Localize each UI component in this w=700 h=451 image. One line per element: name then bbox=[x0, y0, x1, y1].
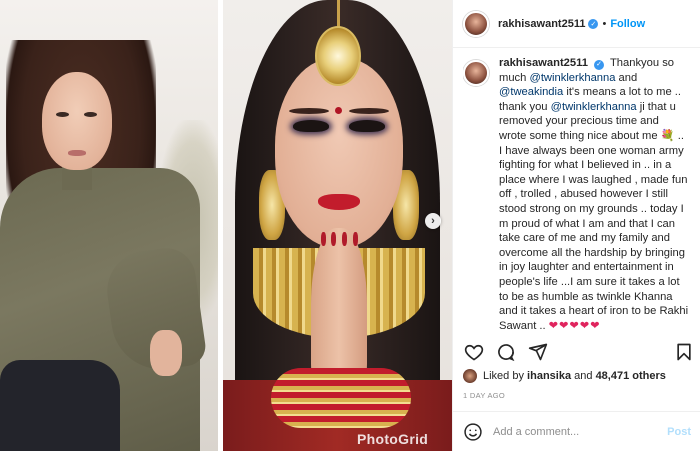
comment-input[interactable] bbox=[493, 425, 653, 438]
header-separator: • bbox=[602, 17, 607, 30]
mention-link[interactable]: @twinklerkhanna bbox=[529, 72, 615, 84]
likes-middle: and bbox=[574, 370, 593, 382]
post-media[interactable]: PhotoGrid › bbox=[0, 0, 452, 451]
likes-summary: Liked by ihansika and 48,471 others bbox=[463, 369, 695, 383]
bookmark-icon bbox=[677, 343, 691, 361]
mention-link[interactable]: @tweakindia bbox=[499, 86, 563, 98]
post-comment-button[interactable]: Post bbox=[667, 426, 691, 438]
right-photo: PhotoGrid bbox=[223, 0, 452, 451]
likes-prefix: Liked by bbox=[483, 370, 524, 382]
hearts-emoji: ❤❤❤❤❤ bbox=[548, 319, 601, 332]
liker-avatar[interactable] bbox=[463, 369, 477, 383]
caption-area: rakhisawant2511 ✓ Thankyou so much @twin… bbox=[463, 56, 695, 332]
mention-link[interactable]: @twinklerkhanna bbox=[551, 101, 637, 113]
caption-segment: and bbox=[615, 71, 638, 84]
comment-button[interactable] bbox=[495, 341, 517, 363]
next-photo-button[interactable]: › bbox=[425, 213, 441, 229]
post-header: rakhisawant2511 ✓ • Follow bbox=[453, 0, 700, 48]
post-timestamp[interactable]: 1 DAY AGO bbox=[463, 391, 505, 400]
follow-button[interactable]: Follow bbox=[610, 18, 645, 30]
action-bar bbox=[463, 338, 695, 366]
share-icon bbox=[528, 343, 548, 361]
caption-text: rakhisawant2511 ✓ Thankyou so much @twin… bbox=[499, 56, 689, 332]
emoji-button[interactable] bbox=[463, 422, 483, 442]
avatar[interactable] bbox=[463, 10, 489, 37]
comment-icon bbox=[498, 344, 515, 362]
smiley-icon bbox=[464, 422, 482, 441]
photogrid-watermark: PhotoGrid bbox=[357, 431, 429, 447]
share-button[interactable] bbox=[527, 341, 549, 363]
caption-avatar[interactable] bbox=[463, 60, 489, 86]
verified-badge-icon: ✓ bbox=[594, 60, 605, 71]
chevron-right-icon: › bbox=[431, 214, 435, 227]
bouquet-emoji: 💐 bbox=[660, 129, 675, 142]
caption-segment: .. I have always been one woman army fig… bbox=[499, 129, 689, 332]
verified-badge-icon: ✓ bbox=[588, 18, 599, 29]
likes-count[interactable]: 48,471 others bbox=[596, 370, 666, 382]
post-panel: rakhisawant2511 ✓ • Follow rakhisawant25… bbox=[452, 0, 700, 451]
save-button[interactable] bbox=[673, 341, 695, 363]
header-username[interactable]: rakhisawant2511 bbox=[498, 18, 585, 30]
like-button[interactable] bbox=[463, 341, 485, 363]
liker-username[interactable]: ihansika bbox=[527, 370, 571, 382]
heart-icon bbox=[464, 344, 484, 361]
left-photo bbox=[0, 0, 218, 451]
comment-composer: Post bbox=[453, 411, 700, 451]
caption-username[interactable]: rakhisawant2511 bbox=[499, 57, 588, 69]
